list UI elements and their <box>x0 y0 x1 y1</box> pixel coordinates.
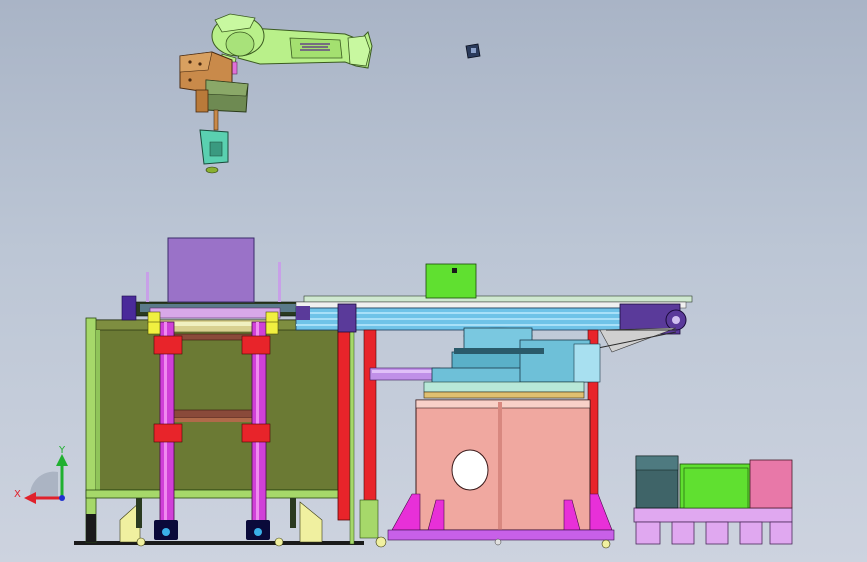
rotary-table[interactable] <box>387 327 615 549</box>
purple-box[interactable] <box>167 237 255 303</box>
floating-part-icon <box>465 43 481 59</box>
z-axis-dot <box>59 495 65 501</box>
orientation-triad: Y X <box>14 445 68 504</box>
x-axis-label: X <box>14 489 21 500</box>
left-frame-station[interactable] <box>74 237 364 547</box>
y-axis-label: Y <box>58 445 66 456</box>
olive-cabinet-panel <box>87 319 339 491</box>
lime-box-on-conveyor[interactable] <box>425 263 477 299</box>
rose-box[interactable] <box>749 459 793 509</box>
cad-viewport[interactable]: Y X <box>0 0 867 562</box>
robot-arm[interactable] <box>179 13 373 174</box>
pallet-station[interactable] <box>633 455 793 545</box>
robot-gripper <box>179 51 249 174</box>
cad-model-canvas: Y X <box>14 13 793 549</box>
lime-box-on-pallet[interactable] <box>683 467 749 509</box>
